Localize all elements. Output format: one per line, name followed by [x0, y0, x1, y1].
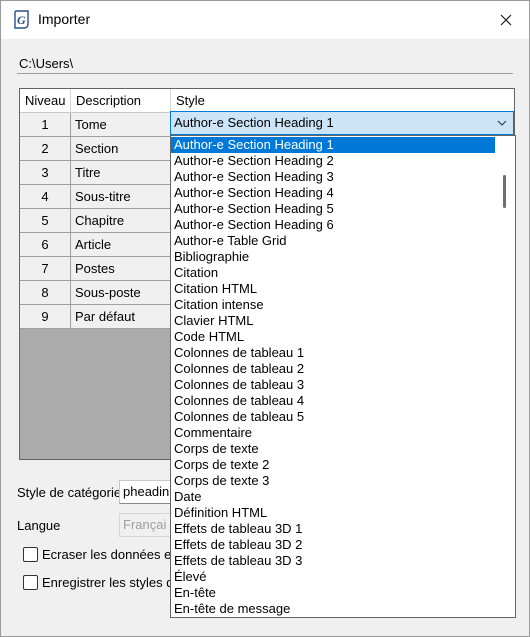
dropdown-item[interactable]: Clavier HTML	[171, 313, 495, 329]
column-header-style[interactable]: Style	[171, 89, 514, 113]
row-description: Sous-titre	[71, 185, 171, 209]
dropdown-item[interactable]: Author-e Section Heading 3	[171, 169, 495, 185]
row-description: Article	[71, 233, 171, 257]
dropdown-item[interactable]: Colonnes de tableau 1	[171, 345, 495, 361]
dropdown-item[interactable]: Colonnes de tableau 2	[171, 361, 495, 377]
row-level: 5	[20, 209, 71, 233]
grid-header: Niveau Description Style	[20, 89, 514, 113]
row-level: 9	[20, 305, 71, 329]
dropdown-item[interactable]: Effets de tableau 3D 1	[171, 521, 495, 537]
svg-text:G: G	[17, 13, 26, 27]
column-header-description[interactable]: Description	[71, 89, 171, 113]
row-description: Chapitre	[71, 209, 171, 233]
dropdown-item[interactable]: Author-e Section Heading 2	[171, 153, 495, 169]
dropdown-item[interactable]: Citation intense	[171, 297, 495, 313]
row-level: 3	[20, 161, 71, 185]
dropdown-item[interactable]: Bibliographie	[171, 249, 495, 265]
dropdown-item[interactable]: Colonnes de tableau 3	[171, 377, 495, 393]
row-level: 2	[20, 137, 71, 161]
row-description: Par défaut	[71, 305, 171, 329]
overwrite-checkbox[interactable]	[23, 547, 38, 562]
dropdown-item[interactable]: Author-e Section Heading 5	[171, 201, 495, 217]
save-styles-label: Enregistrer les styles d	[42, 575, 174, 590]
style-combobox[interactable]: Author-e Section Heading 1	[170, 111, 514, 135]
dropdown-item[interactable]: Corps de texte 2	[171, 457, 495, 473]
dropdown-item[interactable]: Corps de texte 3	[171, 473, 495, 489]
overwrite-label: Ecraser les données ex	[42, 547, 178, 562]
dropdown-item[interactable]: Citation HTML	[171, 281, 495, 297]
row-level: 8	[20, 281, 71, 305]
chevron-down-icon	[496, 112, 508, 134]
row-level: 4	[20, 185, 71, 209]
dropdown-scrollbar[interactable]	[495, 136, 515, 617]
dropdown-item[interactable]: Élevé	[171, 569, 495, 585]
close-icon	[500, 14, 512, 26]
dropdown-item[interactable]: Définition HTML	[171, 505, 495, 521]
g-logo-icon: G	[14, 10, 29, 29]
dropdown-item[interactable]: Date	[171, 489, 495, 505]
scrollbar-thumb[interactable]	[503, 175, 506, 208]
row-description: Postes	[71, 257, 171, 281]
row-level: 1	[20, 113, 71, 137]
dropdown-item[interactable]: Corps de texte	[171, 441, 495, 457]
row-level: 6	[20, 233, 71, 257]
dropdown-item[interactable]: Author-e Section Heading 6	[171, 217, 495, 233]
language-label: Langue	[17, 518, 61, 533]
title-bar: G Importer	[1, 1, 529, 39]
window-title: Importer	[38, 11, 91, 27]
close-button[interactable]	[483, 1, 529, 39]
dropdown-item[interactable]: Code HTML	[171, 329, 495, 345]
dropdown-item[interactable]: En-tête de message	[171, 601, 495, 617]
column-header-niveau[interactable]: Niveau	[20, 89, 71, 113]
row-description: Tome	[71, 113, 171, 137]
dropdown-item[interactable]: En-tête	[171, 585, 495, 601]
row-description: Section	[71, 137, 171, 161]
path-field[interactable]: C:\Users\	[17, 54, 513, 74]
dropdown-item[interactable]: Author-e Table Grid	[171, 233, 495, 249]
save-styles-checkbox[interactable]	[23, 575, 38, 590]
dropdown-item[interactable]: Colonnes de tableau 4	[171, 393, 495, 409]
row-description: Titre	[71, 161, 171, 185]
category-style-label: Style de catégorie	[17, 485, 122, 500]
row-description: Sous-poste	[71, 281, 171, 305]
row-level: 7	[20, 257, 71, 281]
dropdown-item[interactable]: Effets de tableau 3D 2	[171, 537, 495, 553]
style-dropdown-list[interactable]: Author-e Section Heading 1 Author-e Secti…	[170, 135, 516, 618]
style-combobox-value: Author-e Section Heading 1	[174, 115, 334, 130]
dropdown-item[interactable]: Commentaire	[171, 425, 495, 441]
dropdown-item[interactable]: Colonnes de tableau 5	[171, 409, 495, 425]
dropdown-item[interactable]: Author-e Section Heading 4	[171, 185, 495, 201]
dropdown-item[interactable]: Author-e Section Heading 1	[171, 137, 495, 153]
dropdown-item[interactable]: Effets de tableau 3D 3	[171, 553, 495, 569]
dropdown-item[interactable]: Citation	[171, 265, 495, 281]
